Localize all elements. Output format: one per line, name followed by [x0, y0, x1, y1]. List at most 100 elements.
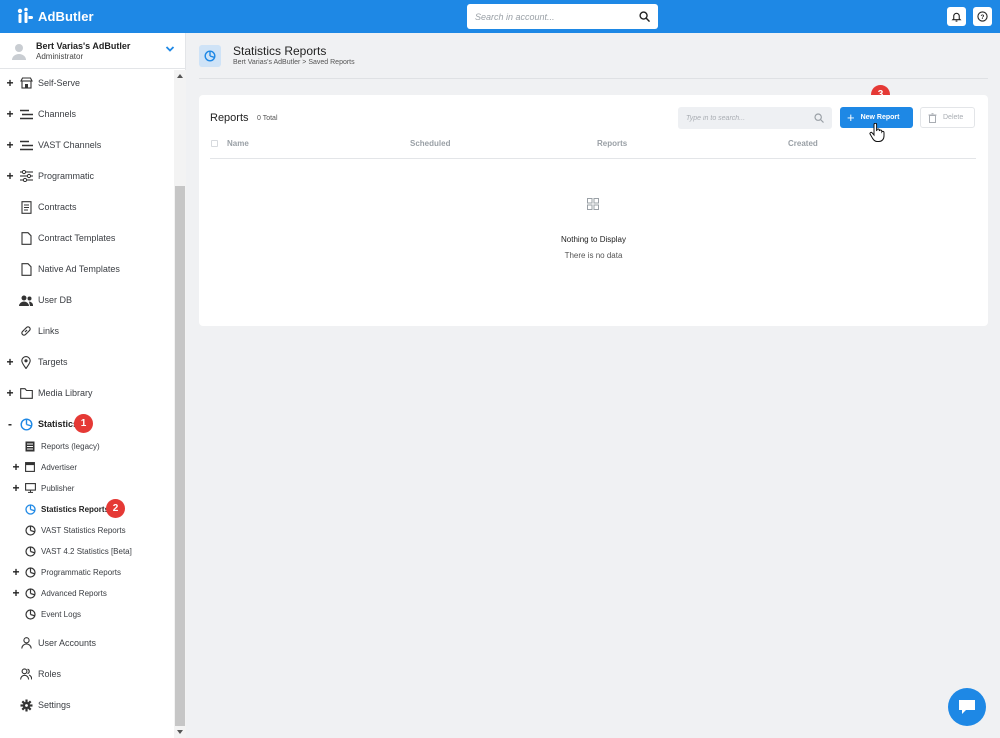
chat-button[interactable] — [948, 688, 986, 726]
select-all-checkbox[interactable] — [211, 140, 218, 147]
sidebar-item-label: Publisher — [41, 483, 75, 493]
svg-text:?: ? — [981, 14, 985, 21]
column-header-reports[interactable]: Reports — [597, 139, 627, 148]
sidebar-scrollbar[interactable] — [174, 70, 186, 738]
reports-search[interactable] — [678, 107, 832, 129]
sidebar-item-targets[interactable]: + Targets — [0, 351, 174, 373]
breadcrumb[interactable]: Bert Varias's AdButler > Saved Reports — [233, 59, 355, 66]
sidebar-item-user-db[interactable]: User DB — [0, 289, 174, 311]
pie-chart-icon — [24, 608, 36, 620]
account-name: Bert Varias's AdButler — [36, 41, 131, 51]
sidebar-item-user-accounts[interactable]: User Accounts — [0, 632, 174, 654]
sidebar-item-label: Channels — [38, 109, 77, 119]
column-header-name[interactable]: Name — [227, 139, 249, 148]
users-icon — [19, 667, 33, 681]
sidebar-subitem-advertiser[interactable]: + Advertiser — [0, 456, 174, 478]
gear-icon — [19, 698, 33, 712]
scrollbar-thumb[interactable] — [175, 186, 185, 726]
expand-toggle[interactable]: + — [12, 566, 20, 578]
sidebar-item-contract-templates[interactable]: Contract Templates — [0, 227, 174, 249]
search-icon[interactable] — [814, 113, 824, 123]
search-icon[interactable] — [639, 11, 650, 22]
location-pin-icon — [19, 355, 33, 369]
expand-toggle[interactable]: + — [12, 482, 20, 494]
column-header-created[interactable]: Created — [788, 139, 818, 148]
sidebar-item-vast-channels[interactable]: + VAST Channels — [0, 134, 174, 156]
pie-chart-icon — [24, 524, 36, 536]
sidebar-item-label: Advertiser — [41, 462, 78, 472]
sidebar: Bert Varias's AdButler Administrator + S… — [0, 33, 186, 738]
app-logo[interactable]: AdButler — [16, 7, 94, 25]
delete-label: Delete — [943, 114, 964, 121]
sidebar-item-settings[interactable]: Settings — [0, 694, 174, 716]
pie-chart-icon — [24, 545, 36, 557]
expand-toggle[interactable]: + — [6, 77, 14, 89]
sidebar-item-label: Settings — [38, 700, 71, 710]
trash-icon — [928, 112, 937, 123]
account-search[interactable] — [467, 4, 658, 29]
file-icon — [19, 231, 33, 245]
plus-icon: + — [847, 109, 855, 125]
expand-toggle[interactable]: + — [12, 587, 20, 599]
page-title: Statistics Reports — [233, 44, 327, 58]
collapse-toggle[interactable]: - — [6, 418, 14, 430]
sidebar-item-label: Media Library — [38, 388, 93, 398]
account-search-input[interactable] — [475, 11, 639, 22]
sidebar-item-label: Contracts — [38, 202, 77, 212]
help-button[interactable]: ? — [973, 7, 992, 26]
notifications-button[interactable] — [947, 7, 966, 26]
pie-chart-icon — [24, 587, 36, 599]
sidebar-item-roles[interactable]: Roles — [0, 663, 174, 685]
sidebar-item-native-ad-templates[interactable]: Native Ad Templates — [0, 258, 174, 280]
sidebar-item-media-library[interactable]: + Media Library — [0, 382, 174, 404]
monitor-icon — [24, 482, 36, 494]
sidebar-subitem-programmatic-reports[interactable]: + Programmatic Reports — [0, 561, 174, 583]
expand-toggle[interactable]: + — [6, 356, 14, 368]
document-icon — [19, 200, 33, 214]
sidebar-subitem-advanced-reports[interactable]: + Advanced Reports — [0, 582, 174, 604]
sidebar-item-label: User Accounts — [38, 638, 97, 648]
lines-icon — [19, 107, 33, 121]
sidebar-item-label: Roles — [38, 669, 62, 679]
sidebar-subitem-reports-legacy[interactable]: Reports (legacy) — [0, 435, 174, 457]
sidebar-subitem-publisher[interactable]: + Publisher — [0, 477, 174, 499]
sidebar-item-self-serve[interactable]: + Self-Serve — [0, 72, 174, 94]
account-switcher[interactable]: Bert Varias's AdButler Administrator — [0, 33, 186, 69]
sidebar-item-programmatic[interactable]: + Programmatic — [0, 165, 174, 187]
column-header-scheduled[interactable]: Scheduled — [410, 139, 450, 148]
sidebar-item-label: Self-Serve — [38, 78, 81, 88]
adbutler-logo-icon — [17, 7, 33, 23]
pie-chart-icon — [24, 503, 36, 515]
delete-button[interactable]: Delete — [920, 107, 975, 128]
sidebar-subitem-statistics-reports[interactable]: Statistics Reports — [0, 498, 174, 520]
sidebar-item-label: VAST Statistics Reports — [41, 525, 126, 535]
chevron-down-icon[interactable] — [165, 45, 175, 53]
reports-search-input[interactable] — [686, 114, 814, 122]
expand-toggle[interactable]: + — [6, 108, 14, 120]
sidebar-subitem-vast-42-statistics[interactable]: VAST 4.2 Statistics [Beta] — [0, 540, 174, 562]
account-role: Administrator — [36, 52, 84, 61]
hand-cursor-icon — [869, 123, 885, 142]
expand-toggle[interactable]: + — [12, 461, 20, 473]
sliders-icon — [19, 169, 33, 183]
page-icon — [199, 45, 221, 67]
pie-chart-icon — [204, 50, 216, 62]
expand-toggle[interactable]: + — [6, 139, 14, 151]
scroll-down-icon[interactable] — [177, 730, 183, 734]
sidebar-item-channels[interactable]: + Channels — [0, 103, 174, 125]
sidebar-item-label: VAST Channels — [38, 140, 102, 150]
app-name: AdButler — [38, 8, 94, 24]
sidebar-subitem-vast-statistics-reports[interactable]: VAST Statistics Reports — [0, 519, 174, 541]
header-divider — [199, 78, 988, 79]
grid-icon — [587, 198, 599, 210]
sidebar-item-links[interactable]: Links — [0, 320, 174, 342]
sidebar-item-contracts[interactable]: Contracts — [0, 196, 174, 218]
scroll-up-icon[interactable] — [177, 74, 183, 78]
reports-title: Reports — [210, 112, 249, 124]
expand-toggle[interactable]: + — [6, 170, 14, 182]
sidebar-subitem-event-logs[interactable]: Event Logs — [0, 603, 174, 625]
pie-chart-icon — [19, 417, 33, 431]
help-icon: ? — [977, 11, 988, 22]
users-icon — [19, 293, 33, 307]
expand-toggle[interactable]: + — [6, 387, 14, 399]
